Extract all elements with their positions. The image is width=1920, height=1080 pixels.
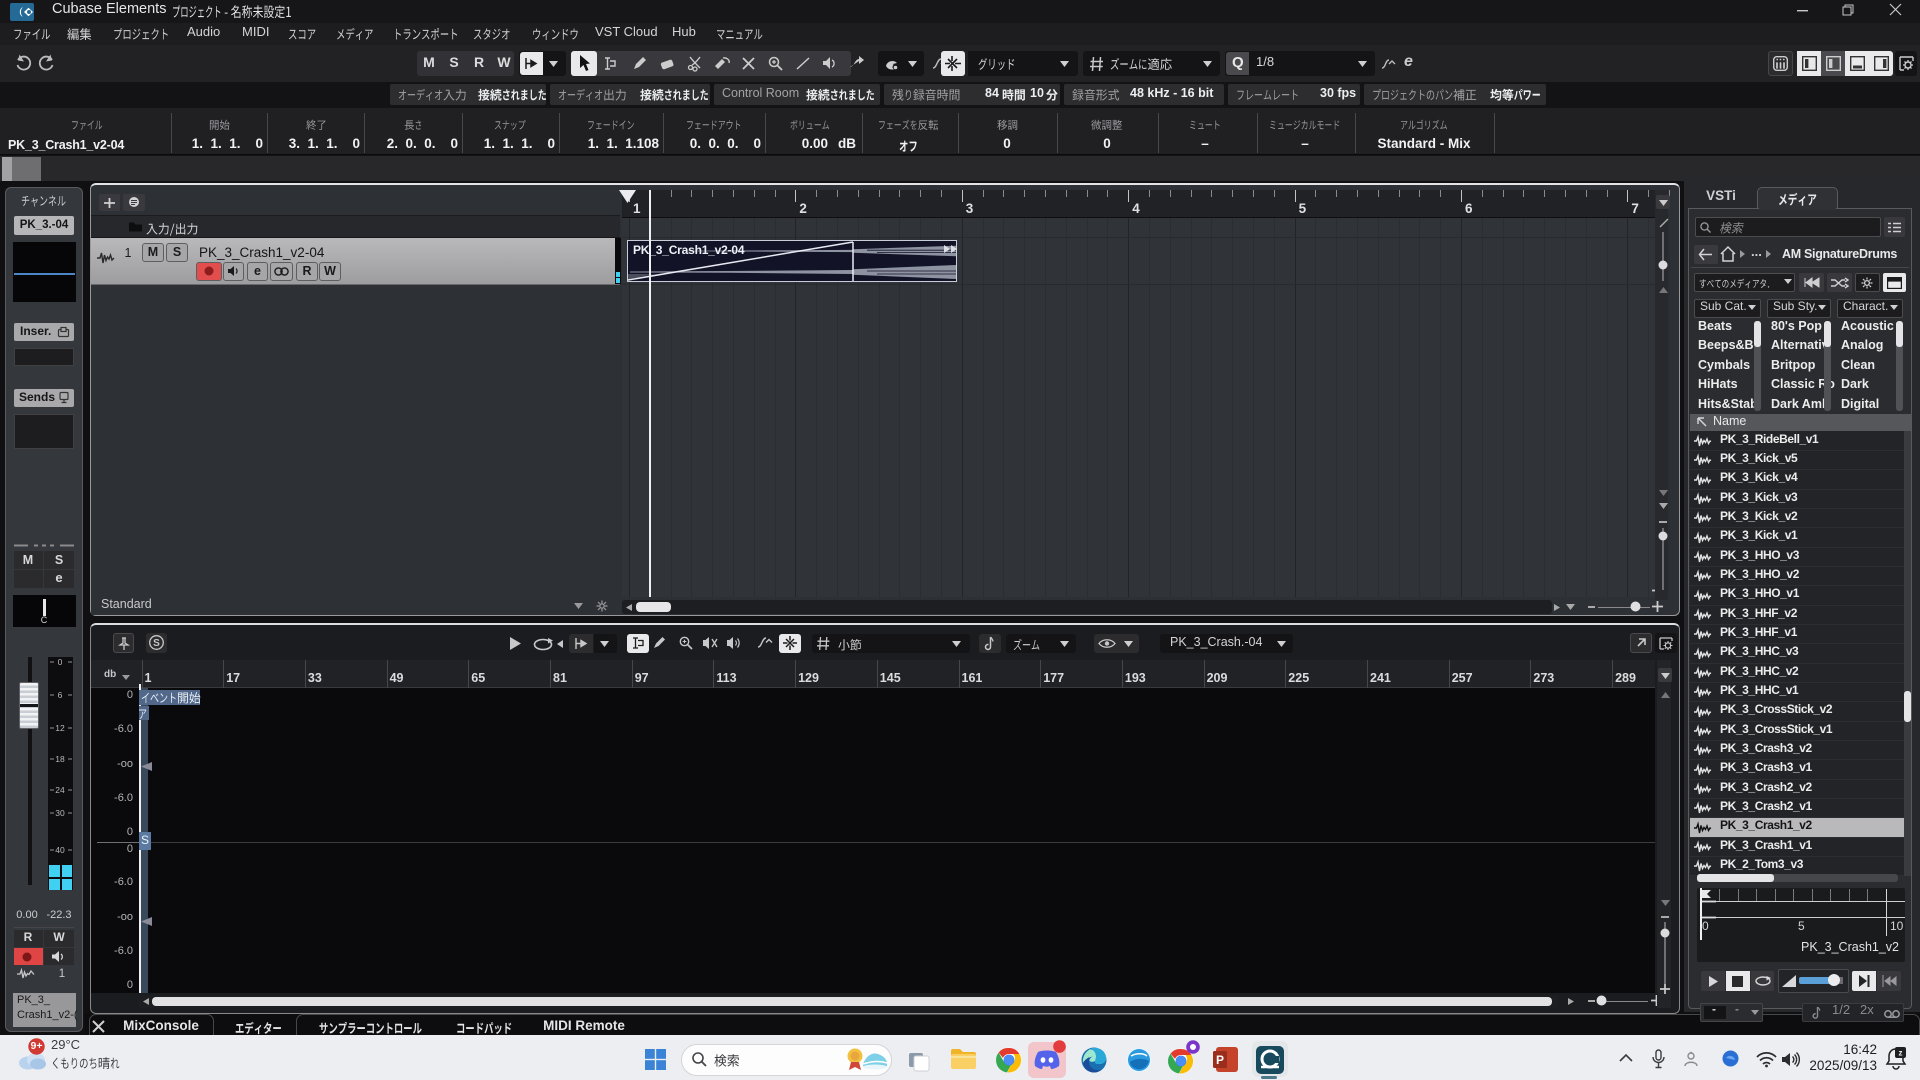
svg-text:P: P: [1216, 1053, 1224, 1067]
svg-text:S: S: [153, 638, 160, 649]
svg-text:z: z: [1899, 1049, 1903, 1058]
